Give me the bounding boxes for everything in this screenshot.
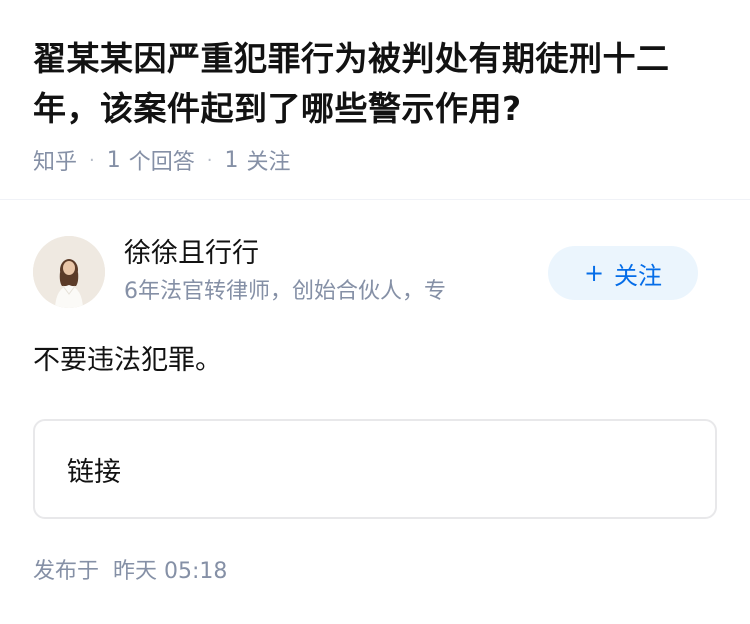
link-card[interactable]: 链接: [33, 419, 717, 519]
question-meta: 知乎 · 1 个回答 · 1 关注: [33, 144, 291, 176]
question-title[interactable]: 翟某某因严重犯罪行为被判处有期徒刑十二年，该案件起到了哪些警示作用?: [33, 34, 723, 134]
publish-prefix: 发布于: [33, 559, 100, 584]
separator-dot: ·: [89, 149, 95, 171]
follower-count-label: 关注: [246, 150, 291, 175]
answer-content: 不要违法犯罪。: [33, 345, 222, 376]
separator-dot: ·: [206, 149, 213, 171]
link-card-label: 链接: [67, 456, 121, 488]
avatar-image: [33, 236, 105, 308]
author-info: 徐徐且行行 6年法官转律师，创始合伙人，专 + 关注: [0, 232, 750, 312]
follow-button-label: 关注: [614, 261, 663, 290]
answer-count-label: 个回答: [128, 150, 195, 175]
author-bio: 6年法官转律师，创始合伙人，专: [124, 276, 524, 308]
publish-timestamp: 昨天 05:18: [113, 559, 228, 584]
avatar[interactable]: [33, 236, 105, 308]
follow-button[interactable]: + 关注: [548, 246, 698, 300]
answer-count: 1: [106, 147, 121, 173]
author-name[interactable]: 徐徐且行行: [124, 234, 259, 274]
question-header: 翟某某因严重犯罪行为被判处有期徒刑十二年，该案件起到了哪些警示作用? 知乎 · …: [0, 0, 750, 200]
plus-icon: +: [583, 259, 605, 287]
question-source[interactable]: 知乎: [33, 144, 77, 176]
follower-count: 1: [224, 147, 239, 173]
publish-time: 发布于 昨天 05:18: [33, 556, 227, 588]
